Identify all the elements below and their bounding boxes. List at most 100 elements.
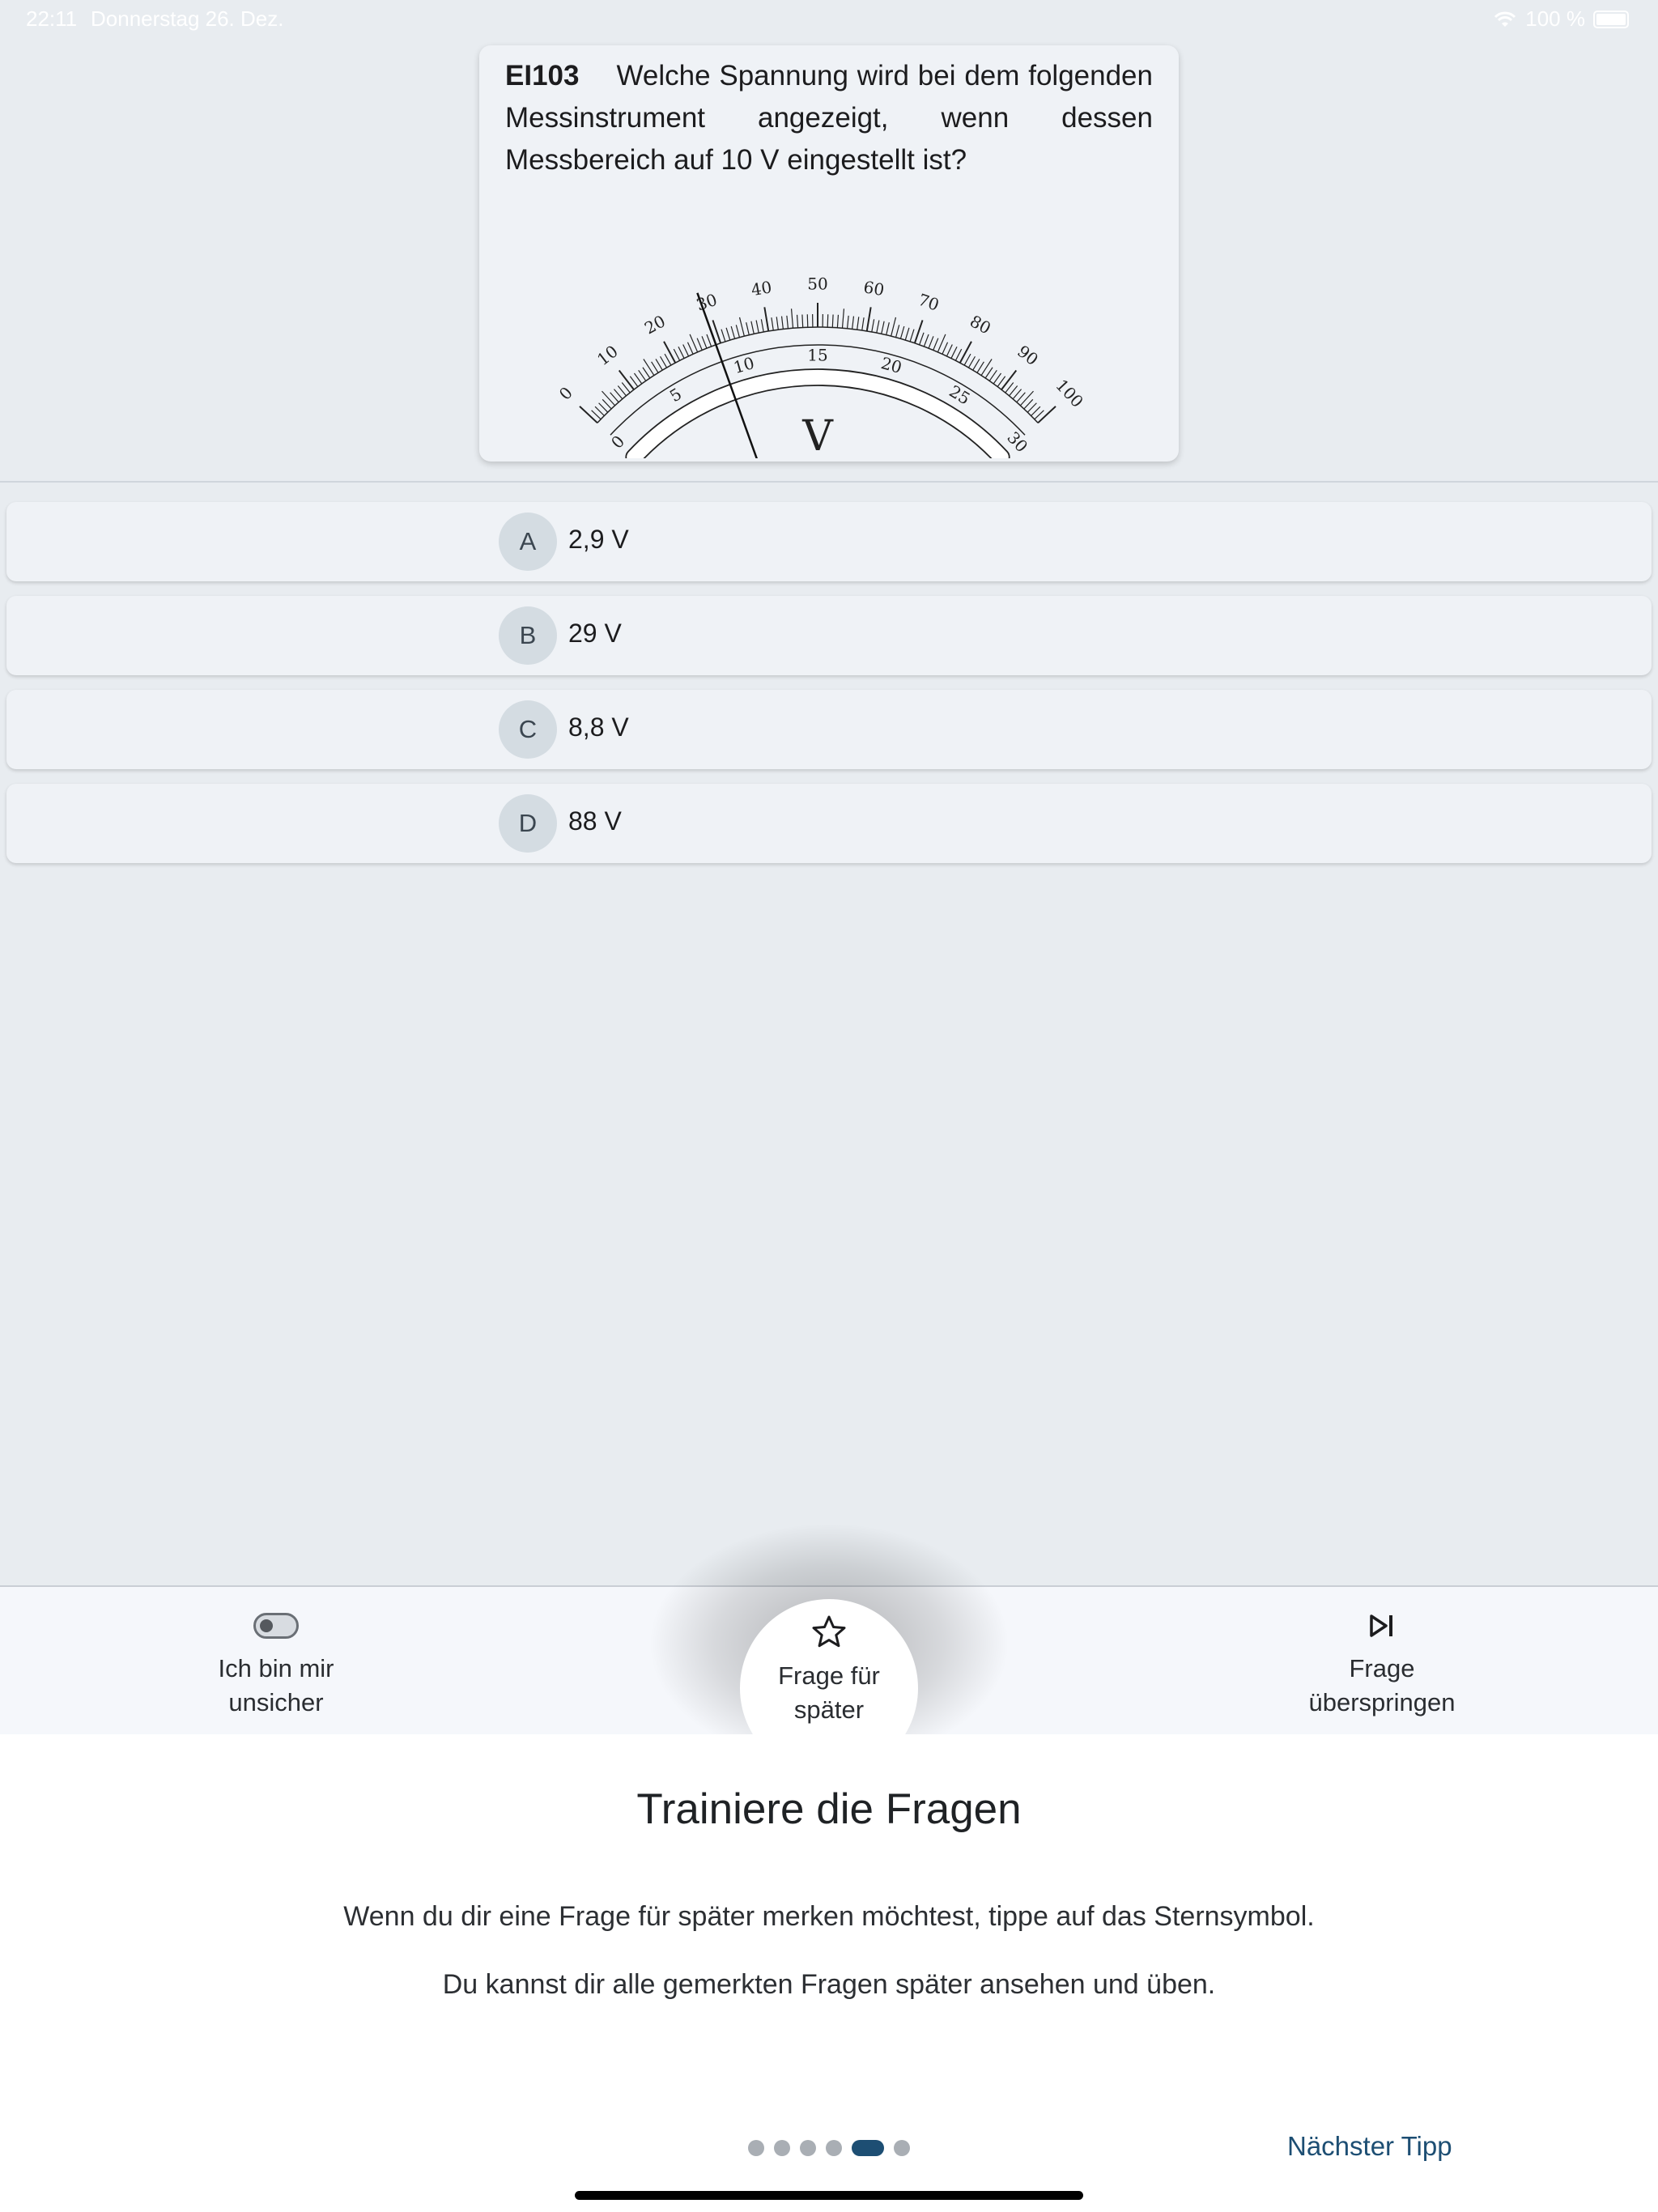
scale-tick: [678, 346, 685, 359]
answer-option-c[interactable]: C 8,8 V: [6, 690, 1652, 769]
page-dot: [748, 2140, 764, 2156]
skip-label-line2: überspringen: [1308, 1688, 1456, 1716]
inner-scale-label: 25: [946, 381, 973, 409]
scale-tick: [738, 317, 745, 337]
outer-scale-label: 50: [807, 274, 827, 294]
toggle-off-icon[interactable]: [253, 1613, 299, 1639]
status-date: Donnerstag 26. Dez.: [91, 6, 284, 31]
unsure-toggle-button[interactable]: Ich bin mir unsicher: [147, 1603, 406, 1720]
scale-tick: [1012, 389, 1022, 400]
mark-label-line1: Frage für später: [778, 1661, 880, 1724]
inner-scale-label: 5: [666, 384, 685, 406]
scale-tick: [861, 317, 865, 331]
scale-tick: [602, 390, 616, 406]
scale-tick: [871, 319, 875, 333]
scale-tick: [771, 317, 774, 331]
answer-letter: C: [499, 700, 557, 759]
scale-tick: [760, 319, 764, 333]
page-dot: [826, 2140, 842, 2156]
voltmeter-figure: 010203040 50 607080901000510 15 202530V: [555, 274, 1087, 458]
question-id: EI103: [505, 60, 580, 91]
skip-next-icon: [1370, 1614, 1392, 1637]
outer-scale-label: 10: [593, 342, 622, 370]
scale-tick: [796, 314, 799, 328]
scale-tick: [651, 361, 659, 373]
scale-tick: [682, 344, 690, 357]
scale-tick: [876, 320, 880, 334]
scale-tick: [857, 317, 860, 330]
outer-scale-label: 90: [1014, 342, 1042, 370]
answer-text: 29 V: [568, 619, 622, 648]
scale-tick: [950, 346, 958, 359]
scale-tick: [806, 314, 809, 328]
scale-tick: [919, 332, 925, 346]
question-card: EI103 Welche Spannung wird bei dem folgen…: [479, 45, 1179, 462]
scale-tick: [673, 348, 681, 361]
answer-text: 2,9 V: [568, 525, 629, 554]
scale-tick: [895, 325, 900, 338]
next-tip-button[interactable]: Nächster Tipp: [1287, 2131, 1452, 2162]
scale-tick: [706, 334, 712, 347]
scale-tick: [725, 327, 731, 341]
outer-scale-label: 0: [555, 383, 576, 404]
scale-tick: [933, 338, 939, 351]
scale-tick: [755, 320, 759, 334]
answer-option-a[interactable]: A 2,9 V: [6, 502, 1652, 581]
scale-tick: [701, 336, 708, 349]
unsure-label-line2: unsicher: [228, 1688, 324, 1716]
tips-sheet: Trainiere die Fragen Wenn du dir eine Fr…: [0, 1734, 1658, 2212]
outer-scale-label: 70: [916, 290, 942, 315]
scale-tick: [1031, 406, 1041, 416]
scale-tick: [984, 367, 993, 379]
scale-tick: [959, 341, 972, 364]
scale-tick: [780, 316, 784, 330]
scale-tick: [831, 314, 834, 328]
home-indicator[interactable]: [575, 2191, 1083, 2200]
scale-tick: [655, 359, 663, 371]
scale-tick: [1019, 390, 1034, 406]
scale-tick: [776, 317, 779, 330]
scale-tick: [801, 314, 804, 328]
meter-unit-label: V: [801, 412, 834, 458]
question-text: Welche Spannung wird bei dem folgenden M…: [505, 60, 1153, 176]
scale-tick: [928, 336, 934, 349]
scale-tick: [1027, 402, 1037, 413]
scale-tick: [750, 321, 755, 334]
scale-tick: [865, 307, 872, 332]
tips-title: Trainiere die Fragen: [636, 1785, 1022, 1833]
scale-tick: [602, 398, 612, 410]
answer-option-b[interactable]: B 29 V: [6, 596, 1652, 675]
skip-question-button[interactable]: Frage überspringen: [1252, 1603, 1511, 1720]
status-right: 100 %: [1493, 6, 1629, 32]
page-dot: [894, 2140, 910, 2156]
scale-tick: [923, 334, 929, 347]
scale-tick: [642, 367, 651, 379]
scale-tick: [721, 329, 726, 342]
inner-scale-label: 15: [807, 346, 827, 365]
scale-tick: [1009, 385, 1018, 397]
answer-text: 8,8 V: [568, 713, 629, 742]
scale-tick: [735, 325, 741, 338]
scale-tick: [967, 355, 976, 368]
battery-percent: 100 %: [1525, 6, 1585, 31]
scale-tick: [963, 353, 971, 366]
unsure-label-line1: Ich bin mir: [218, 1654, 334, 1682]
outer-scale-label: 80: [967, 311, 994, 338]
scale-tick: [904, 327, 910, 341]
scale-tick: [633, 372, 643, 385]
scale-tick: [899, 325, 905, 339]
scale-tick: [617, 385, 627, 397]
scale-tick: [687, 342, 694, 355]
answer-option-d[interactable]: D 88 V: [6, 784, 1652, 863]
question-text-block: EI103 Welche Spannung wird bei dem folgen…: [505, 55, 1153, 181]
scale-tick: [980, 359, 993, 376]
scale-tick: [954, 348, 963, 361]
scale-tick: [891, 317, 897, 337]
scale-tick: [613, 389, 623, 400]
scale-tick: [1001, 369, 1018, 390]
scale-tick: [594, 406, 605, 416]
page-dot: [800, 2140, 816, 2156]
outer-scale-label: 60: [862, 277, 886, 300]
scale-tick: [886, 322, 890, 335]
scale-tick: [660, 355, 668, 368]
